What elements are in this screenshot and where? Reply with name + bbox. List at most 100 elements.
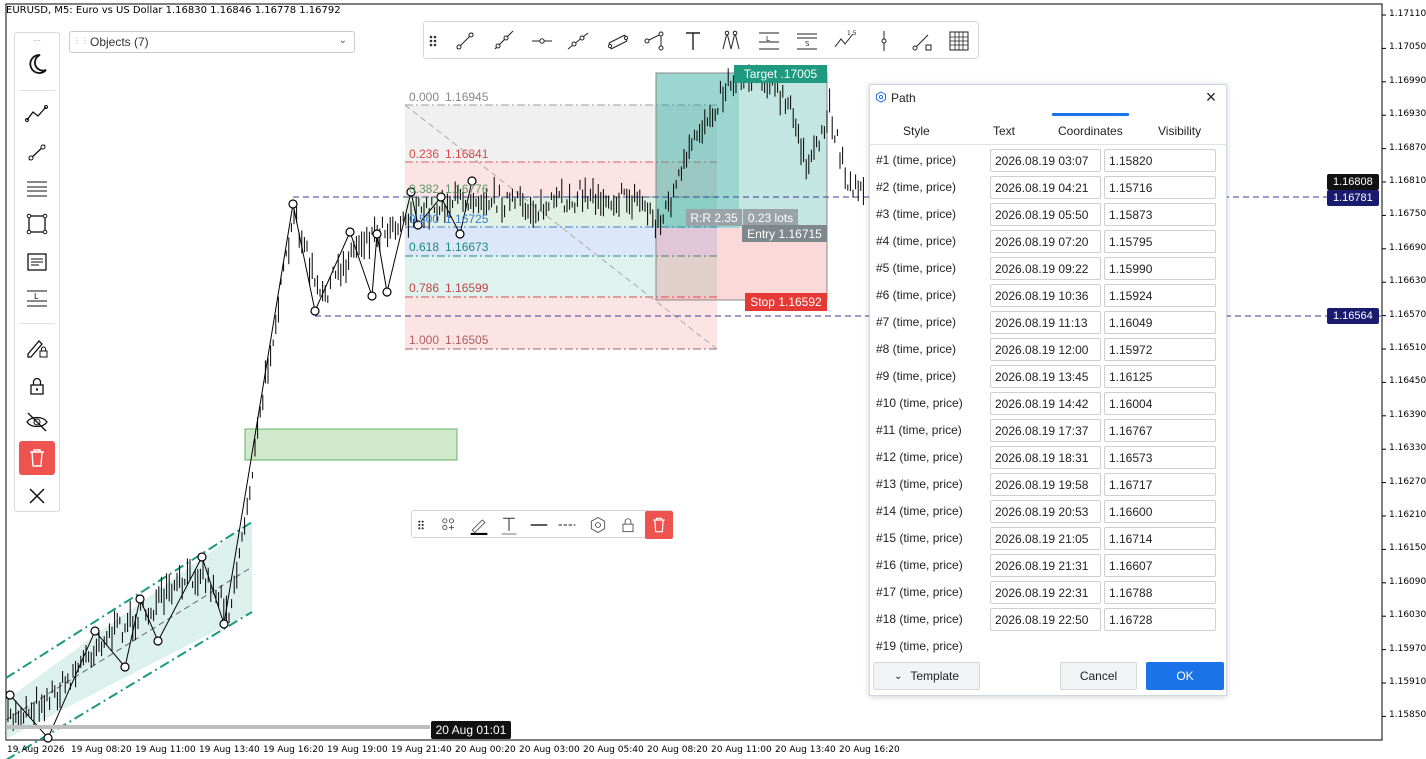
time-field[interactable]: 2026.08.19 05:50 (990, 203, 1101, 226)
price-field[interactable]: 1.16049 (1104, 311, 1216, 334)
time-field[interactable]: 2026.08.19 17:37 (990, 419, 1101, 442)
delete-all-button[interactable] (19, 441, 55, 475)
price-field[interactable]: 1.16600 (1104, 500, 1216, 523)
line-color-button[interactable] (466, 512, 492, 538)
theme-toggle-button[interactable] (19, 47, 55, 81)
path-node[interactable] (120, 662, 130, 672)
close-icon[interactable]: × (1202, 88, 1220, 106)
price-field[interactable]: 1.15924 (1104, 284, 1216, 307)
tab-coordinates[interactable]: Coordinates (1052, 113, 1129, 138)
price-field[interactable]: 1.16788 (1104, 581, 1216, 604)
ray-tool-button[interactable] (19, 135, 55, 169)
path-node[interactable] (382, 287, 392, 297)
trend-line-tool-button[interactable] (19, 97, 55, 131)
vertical-line-button[interactable] (870, 27, 898, 55)
price-field[interactable]: 1.15795 (1104, 230, 1216, 253)
price-field[interactable]: 1.15972 (1104, 338, 1216, 361)
lock-all-button[interactable] (19, 369, 55, 403)
path-node[interactable] (367, 291, 377, 301)
line-style-button[interactable] (554, 512, 580, 538)
time-field[interactable]: 2026.08.19 18:31 (990, 446, 1101, 469)
price-field[interactable]: 1.15820 (1104, 149, 1216, 172)
add-objects-button[interactable] (436, 512, 462, 538)
object-settings-button[interactable] (585, 512, 611, 538)
path-node[interactable] (197, 552, 207, 562)
price-field[interactable]: 1.16717 (1104, 473, 1216, 496)
path-button[interactable] (641, 27, 669, 55)
price-field[interactable]: 1.15716 (1104, 176, 1216, 199)
path-node[interactable] (455, 229, 465, 239)
extended-line-button[interactable] (564, 27, 592, 55)
path-node[interactable] (372, 229, 382, 239)
path-node[interactable] (345, 227, 355, 237)
time-scrollbar[interactable] (6, 725, 430, 729)
tab-style[interactable]: Style (903, 124, 930, 138)
fibonacci-button[interactable]: L (755, 27, 783, 55)
path-node[interactable] (153, 636, 163, 646)
object-toolbar-grip[interactable] (412, 512, 430, 538)
channel-tool-button[interactable] (19, 171, 55, 205)
time-field[interactable]: 2026.08.19 21:31 (990, 554, 1101, 577)
text-block-tool-button[interactable] (19, 245, 55, 279)
template-button[interactable]: ⌄ Template (873, 662, 980, 690)
object-delete-button[interactable] (645, 511, 673, 539)
time-field[interactable]: 2026.08.19 20:53 (990, 500, 1101, 523)
price-field[interactable]: 1.16728 (1104, 608, 1216, 631)
object-lock-button[interactable] (615, 512, 641, 538)
path-node[interactable] (5, 690, 15, 700)
objects-dropdown[interactable]: ⋮⋮ Objects (7) ⌄ (69, 31, 355, 53)
time-field[interactable]: 2026.08.19 12:00 (990, 338, 1101, 361)
price-field[interactable]: 1.16573 (1104, 446, 1216, 469)
hide-all-button[interactable] (19, 405, 55, 439)
path-node[interactable] (288, 199, 298, 209)
time-field[interactable]: 2026.08.19 04:21 (990, 176, 1101, 199)
trend-line-button[interactable] (451, 27, 479, 55)
horizontal-ray-button[interactable] (528, 27, 556, 55)
price-field[interactable]: 1.15990 (1104, 257, 1216, 280)
time-field[interactable]: 2026.08.19 13:45 (990, 365, 1101, 388)
rectangle-tool-button[interactable] (19, 207, 55, 241)
rectangle-object[interactable] (244, 428, 458, 461)
gann-button[interactable]: S (793, 27, 821, 55)
path-node[interactable] (310, 306, 320, 316)
time-field[interactable]: 2026.08.19 21:05 (990, 527, 1101, 550)
price-field[interactable]: 1.16714 (1104, 527, 1216, 550)
path-node[interactable] (43, 733, 53, 743)
ok-button[interactable]: OK (1146, 662, 1224, 690)
grid-button[interactable] (945, 27, 973, 55)
time-field[interactable]: 2026.08.19 09:22 (990, 257, 1101, 280)
text-button[interactable] (679, 27, 707, 55)
path-node[interactable] (135, 594, 145, 604)
toolbar-grip[interactable] (426, 27, 440, 55)
tab-text[interactable]: Text (993, 124, 1015, 138)
price-field[interactable]: 1.16607 (1104, 554, 1216, 577)
price-field[interactable]: 1.16125 (1104, 365, 1216, 388)
price-field[interactable]: 1.16767 (1104, 419, 1216, 442)
line-width-button[interactable] (526, 512, 552, 538)
ray-line-button[interactable] (489, 27, 517, 55)
time-field[interactable]: 2026.08.19 11:13 (990, 311, 1101, 334)
price-field[interactable]: 1.16004 (1104, 392, 1216, 415)
time-field[interactable]: 2026.08.19 19:58 (990, 473, 1101, 496)
close-toolbar-button[interactable] (19, 479, 55, 513)
text-style-button[interactable] (496, 512, 522, 538)
brush-button[interactable] (908, 27, 936, 55)
time-field[interactable]: 2026.08.19 10:36 (990, 284, 1101, 307)
parallel-channel-button[interactable] (604, 27, 632, 55)
time-field[interactable]: 2026.08.19 03:07 (990, 149, 1101, 172)
cancel-button[interactable]: Cancel (1060, 662, 1137, 690)
edit-lock-button[interactable] (19, 331, 55, 365)
time-field[interactable]: 2026.08.19 07:20 (990, 230, 1101, 253)
time-field[interactable]: 2026.08.19 14:42 (990, 392, 1101, 415)
pitchfork-button[interactable] (717, 27, 745, 55)
price-field[interactable]: 1.15873 (1104, 203, 1216, 226)
position-tool[interactable] (655, 72, 828, 301)
elliott-wave-button[interactable]: 1 5 (831, 27, 859, 55)
regression-channel[interactable] (5, 521, 253, 759)
grip-icon[interactable]: ⋯ (33, 36, 42, 45)
time-field[interactable]: 2026.08.19 22:50 (990, 608, 1101, 631)
time-field[interactable]: 2026.08.19 22:31 (990, 581, 1101, 604)
level-tool-button[interactable]: L (19, 281, 55, 315)
path-node[interactable] (219, 619, 229, 629)
tab-visibility[interactable]: Visibility (1158, 124, 1201, 138)
